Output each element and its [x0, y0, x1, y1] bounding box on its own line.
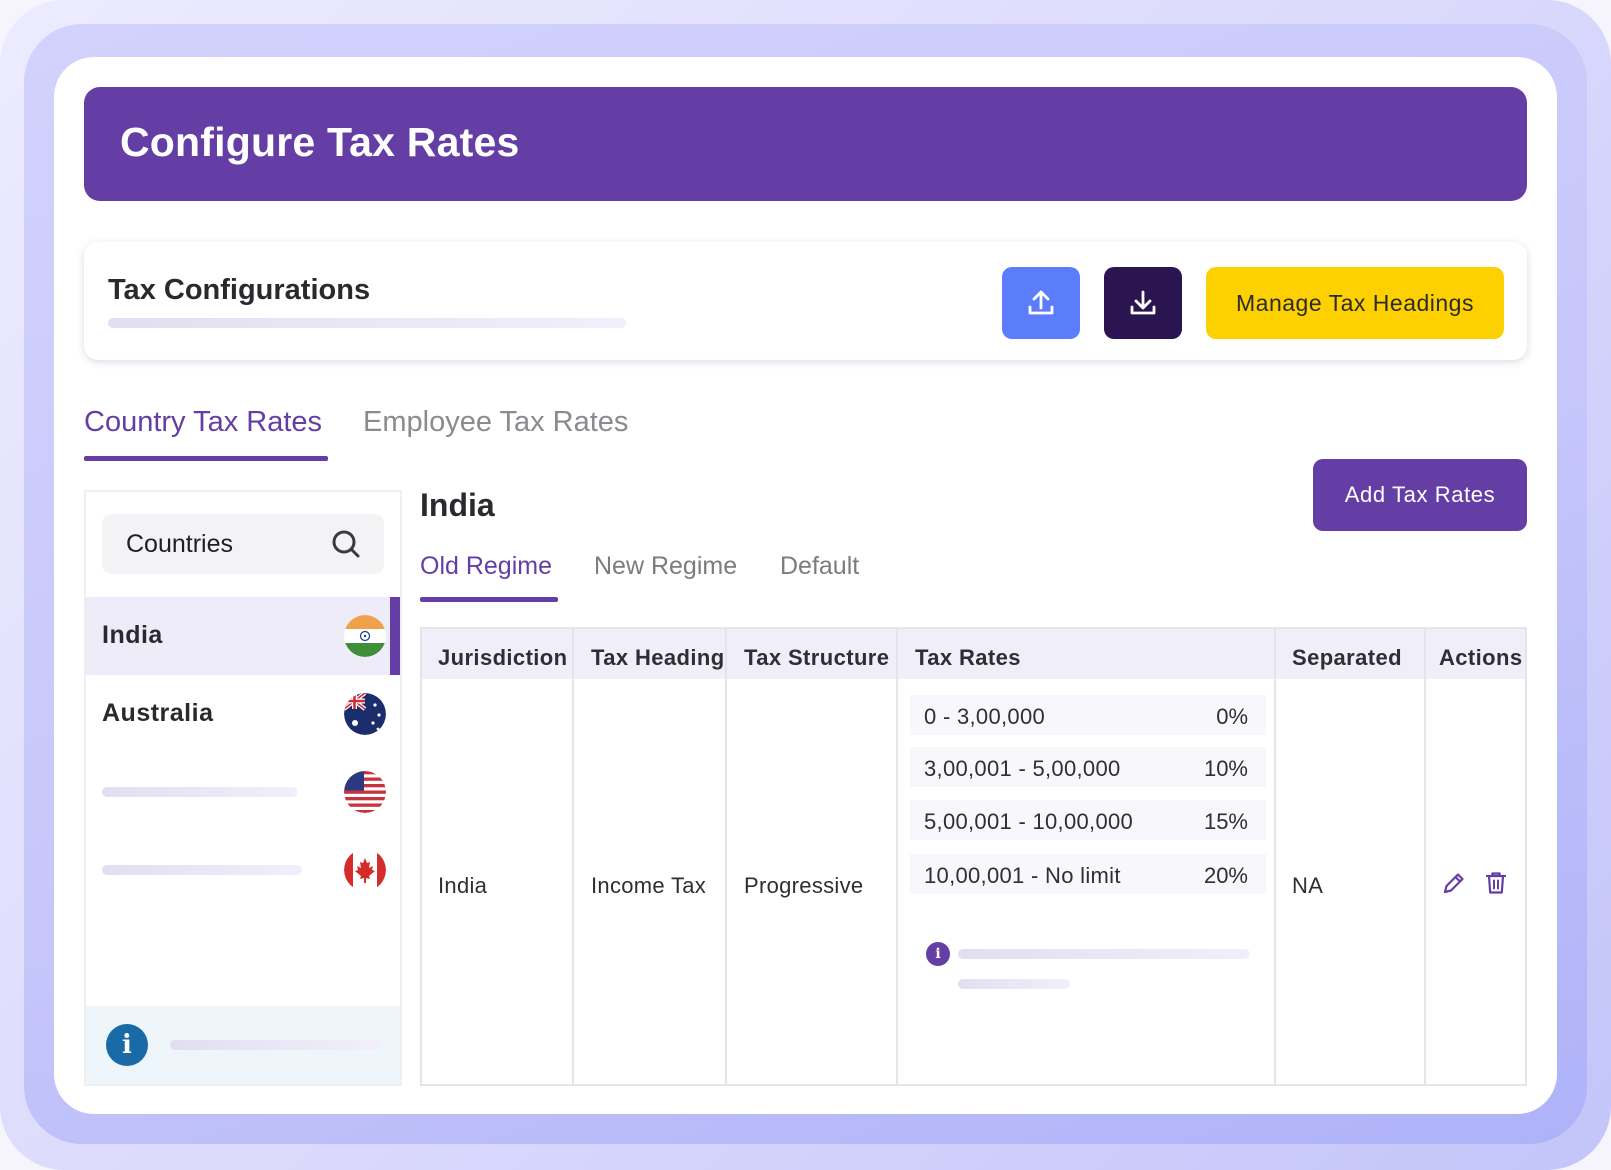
rate-range: 10,00,001 - No limit [924, 863, 1121, 888]
info-icon: i [106, 1024, 148, 1066]
cell-separated: NA [1292, 873, 1324, 898]
upload-button[interactable] [1002, 267, 1080, 339]
download-icon [1130, 290, 1156, 315]
rate-range: 3,00,001 - 5,00,000 [924, 756, 1121, 781]
upload-icon [1028, 290, 1054, 315]
tab-country-tax-rates[interactable]: Country Tax Rates [84, 406, 322, 439]
column-divider [896, 629, 898, 1084]
cell-tax-structure: Progressive [744, 873, 864, 898]
config-title: Tax Configurations [108, 274, 371, 306]
rate-percent: 10% [1203, 756, 1248, 781]
australia-flag-icon [344, 693, 386, 735]
rate-range: 5,00,001 - 10,00,000 [924, 809, 1134, 834]
column-divider [572, 629, 574, 1084]
edit-icon[interactable] [1440, 869, 1468, 897]
tax-rate-row: 5,00,001 - 10,00,000 15% [910, 800, 1266, 840]
canada-flag-icon [344, 849, 386, 891]
country-item-canada[interactable] [86, 831, 400, 909]
search-icon[interactable] [330, 528, 362, 560]
selected-country-title: India [420, 487, 495, 523]
cell-jurisdiction: India [438, 873, 488, 898]
placeholder-line [958, 979, 1070, 989]
rate-range: 0 - 3,00,000 [924, 704, 1046, 729]
rate-percent: 0% [1216, 704, 1248, 729]
column-header-tax-structure: Tax Structure [744, 645, 890, 670]
placeholder-line [102, 865, 302, 875]
column-header-tax-rates: Tax Rates [915, 645, 1021, 670]
tax-rate-row: 10,00,001 - No limit 20% [910, 854, 1266, 894]
placeholder-line [102, 787, 298, 797]
info-icon: i [926, 942, 950, 966]
rate-percent: 15% [1203, 809, 1248, 834]
placeholder-line [958, 949, 1250, 959]
tax-configurations-card: Tax Configurations Manage Tax Headings [84, 242, 1527, 360]
delete-icon[interactable] [1482, 869, 1510, 897]
search-placeholder: Countries [126, 530, 233, 558]
country-item-usa[interactable] [86, 753, 400, 831]
country-item-australia[interactable]: Australia [86, 675, 400, 753]
active-tab-indicator [84, 456, 328, 461]
tab-old-regime[interactable]: Old Regime [420, 552, 552, 581]
india-flag-icon [344, 615, 386, 657]
column-header-tax-heading: Tax Heading [591, 645, 725, 670]
active-subtab-indicator [420, 597, 558, 602]
country-search-input[interactable]: Countries [102, 514, 384, 574]
rate-percent: 20% [1203, 863, 1248, 888]
tab-default[interactable]: Default [780, 552, 859, 581]
tax-rates-table: Jurisdiction Tax Heading Tax Structure T… [420, 627, 1527, 1086]
tax-rate-row: 3,00,001 - 5,00,000 10% [910, 747, 1266, 787]
cell-tax-heading: Income Tax [591, 873, 707, 898]
tax-rate-row: 0 - 3,00,000 0% [910, 695, 1266, 735]
download-button[interactable] [1104, 267, 1182, 339]
country-item-india[interactable]: India [86, 597, 400, 675]
column-header-actions: Actions [1439, 645, 1523, 670]
column-divider [725, 629, 727, 1084]
country-name: India [102, 621, 163, 649]
manage-tax-headings-button[interactable]: Manage Tax Headings [1206, 267, 1504, 339]
country-name: Australia [102, 699, 214, 727]
tab-new-regime[interactable]: New Regime [594, 552, 737, 581]
page-header: Configure Tax Rates [84, 87, 1527, 201]
placeholder-line [170, 1040, 380, 1050]
country-sidebar: Countries India Australia i [84, 490, 402, 1086]
column-divider [1424, 629, 1426, 1084]
column-header-separated: Separated [1292, 645, 1402, 670]
sidebar-info-strip: i [86, 1006, 400, 1084]
page-title: Configure Tax Rates [120, 119, 520, 165]
column-divider [1274, 629, 1276, 1084]
active-country-indicator [390, 597, 400, 675]
column-header-jurisdiction: Jurisdiction [438, 645, 568, 670]
usa-flag-icon [344, 771, 386, 813]
placeholder-line [108, 318, 626, 328]
add-tax-rates-button[interactable]: Add Tax Rates [1313, 459, 1527, 531]
tab-employee-tax-rates[interactable]: Employee Tax Rates [363, 406, 628, 439]
